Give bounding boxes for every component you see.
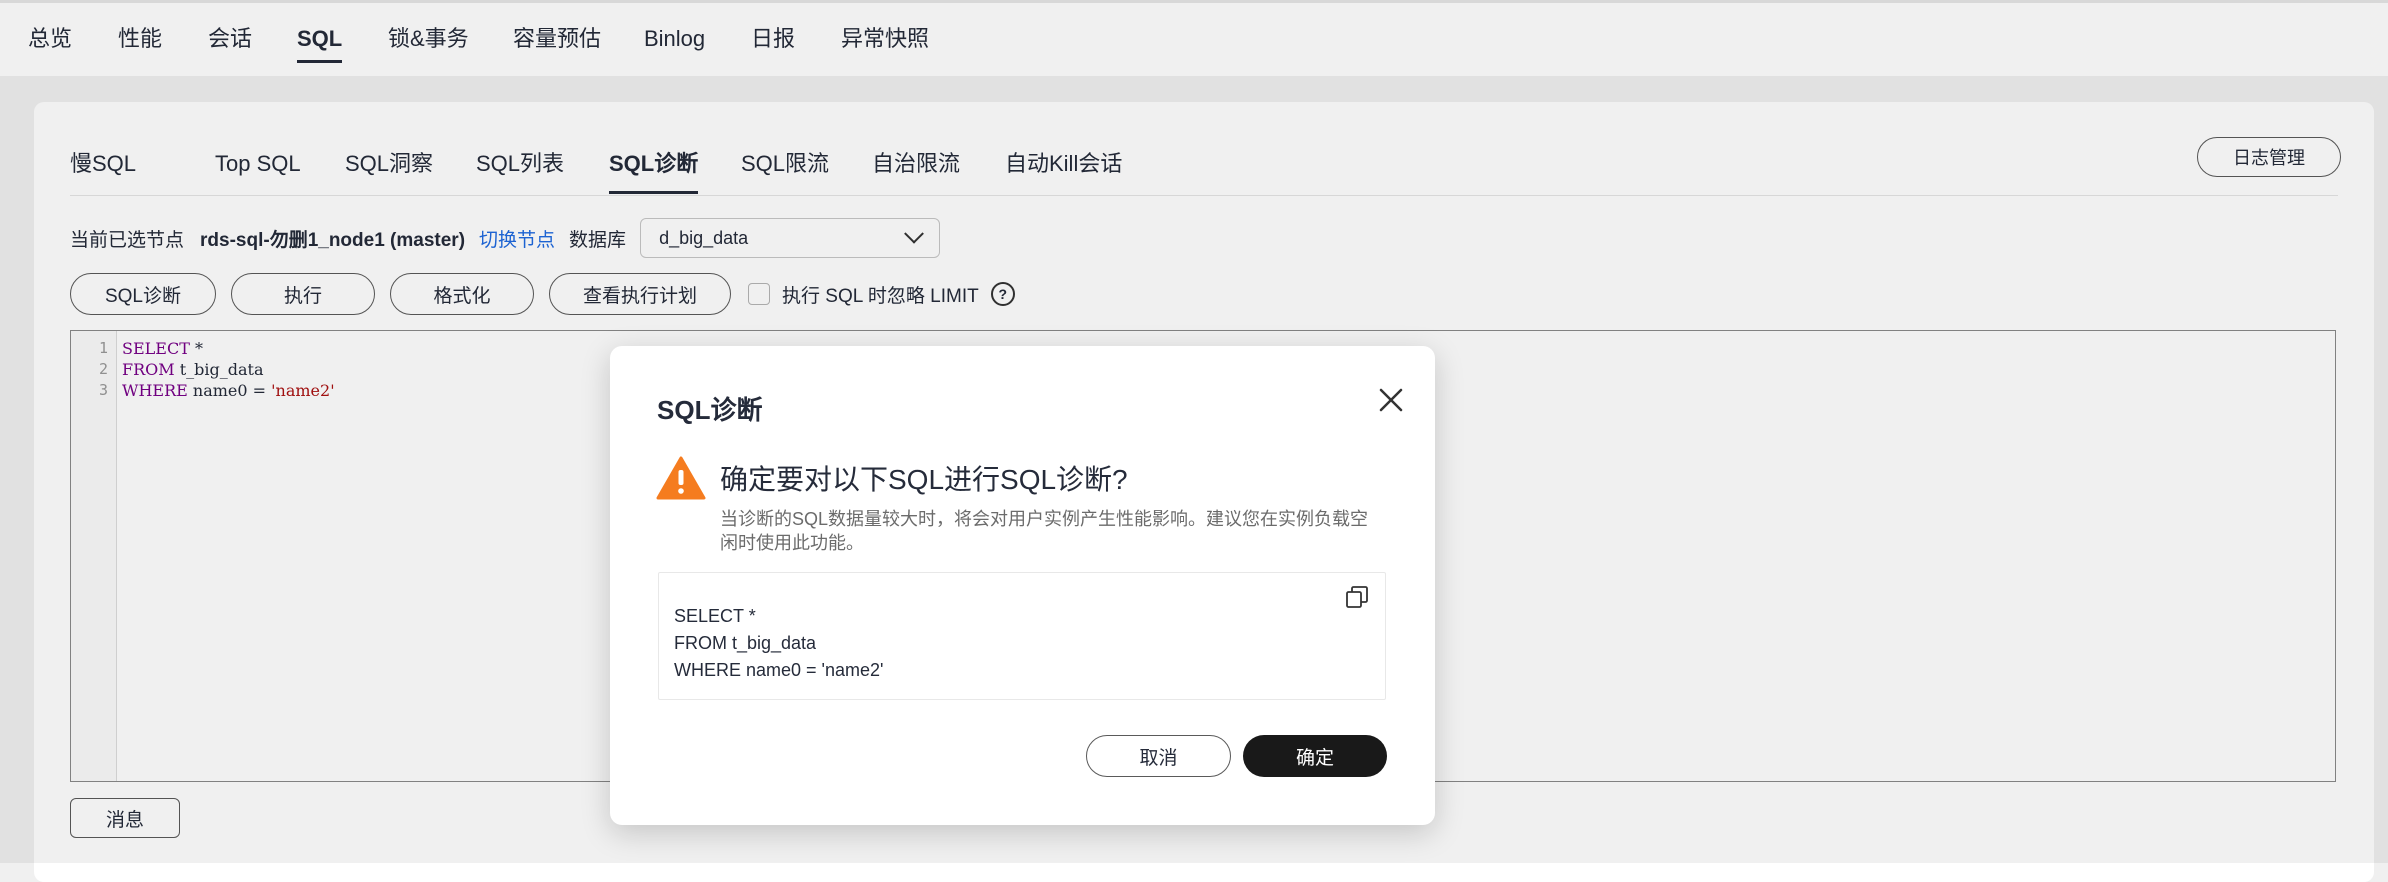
warning-icon bbox=[656, 456, 706, 500]
cancel-button[interactable]: 取消 bbox=[1086, 735, 1231, 777]
sql-preview-text: SELECT * FROM t_big_data WHERE name0 = '… bbox=[674, 606, 884, 680]
close-icon[interactable] bbox=[1373, 382, 1409, 418]
sql-diagnosis-dialog: SQL诊断 确定要对以下SQL进行SQL诊断? 当诊断的SQL数据量较大时，将会… bbox=[610, 346, 1435, 825]
confirm-button[interactable]: 确定 bbox=[1243, 735, 1387, 777]
sql-preview-box: SELECT * FROM t_big_data WHERE name0 = '… bbox=[658, 572, 1386, 700]
copy-icon[interactable] bbox=[1345, 585, 1369, 609]
warning-title: 确定要对以下SQL进行SQL诊断? bbox=[720, 464, 1128, 495]
warning-description: 当诊断的SQL数据量较大时，将会对用户实例产生性能影响。建议您在实例负载空闲时使… bbox=[720, 509, 1369, 553]
dialog-title: SQL诊断 bbox=[657, 395, 763, 425]
